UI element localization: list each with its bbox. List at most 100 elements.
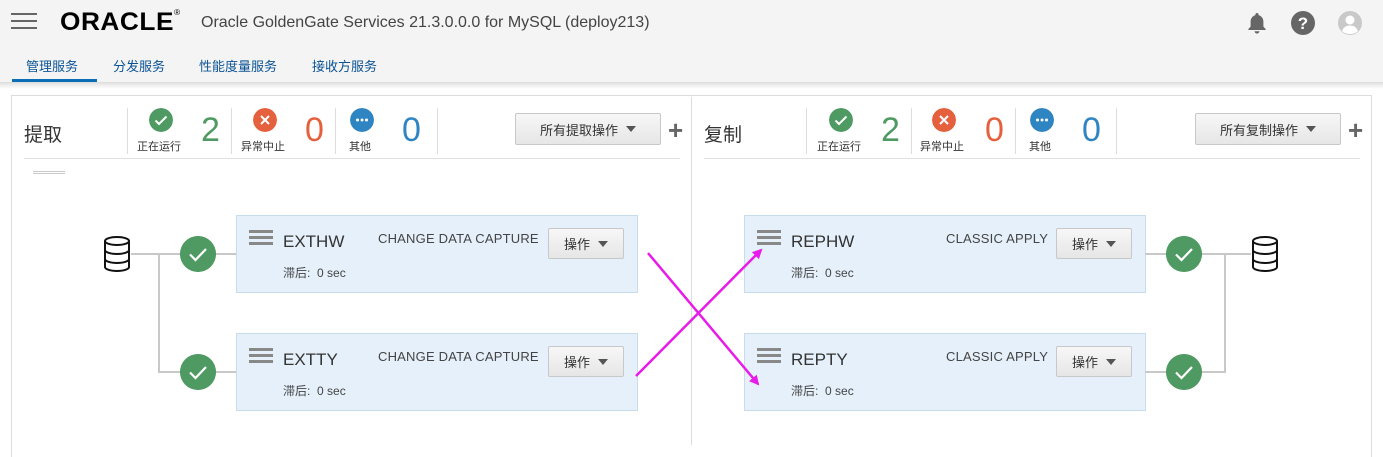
extract-card-extty[interactable]: EXTTY CHANGE DATA CAPTURE 滞后: 0 sec 操作 xyxy=(236,333,638,411)
actions-label: 操作 xyxy=(1071,237,1098,252)
abended-count: 0 xyxy=(985,111,1004,149)
abended-label: 异常中止 xyxy=(920,141,964,153)
lag-value: 0 sec xyxy=(317,384,346,398)
actions-label: 操作 xyxy=(563,237,590,252)
user-icon[interactable] xyxy=(1337,10,1363,36)
lag-info: 滞后: 0 sec xyxy=(791,264,854,281)
connector-line xyxy=(1145,371,1166,373)
logo-text: ORACLE xyxy=(60,8,174,36)
replicat-card-repty[interactable]: REPTY CLASSIC APPLY 滞后: 0 sec 操作 xyxy=(744,333,1146,411)
process-actions-button[interactable]: 操作 xyxy=(1056,346,1132,377)
service-tabs: 管理服务 分发服务 性能度量服务 接收方服务 xyxy=(0,44,1383,83)
stat-separator xyxy=(1116,108,1117,154)
abended-label: 异常中止 xyxy=(241,141,285,153)
stat-separator xyxy=(127,108,128,154)
actions-label: 操作 xyxy=(563,355,590,370)
lag-info: 滞后: 0 sec xyxy=(791,382,854,399)
more-icon xyxy=(1030,108,1054,132)
stat-separator xyxy=(911,108,912,154)
app-title: Oracle GoldenGate Services 21.3.0.0.0 fo… xyxy=(201,14,650,31)
caret-down-icon xyxy=(626,126,636,132)
section-divider xyxy=(24,158,680,159)
hamburger-icon[interactable] xyxy=(757,348,781,368)
process-type: CHANGE DATA CAPTURE xyxy=(378,231,539,246)
process-type: CHANGE DATA CAPTURE xyxy=(378,349,539,364)
hamburger-icon[interactable] xyxy=(249,348,273,368)
running-status-icon xyxy=(1166,236,1202,272)
abended-icon xyxy=(253,108,277,132)
caret-down-icon xyxy=(1106,358,1116,365)
process-type: CLASSIC APPLY xyxy=(946,349,1049,364)
other-count: 0 xyxy=(1082,111,1101,149)
tab-receiver-service[interactable]: 接收方服务 xyxy=(312,56,377,75)
process-actions-button[interactable]: 操作 xyxy=(548,228,624,259)
tab-admin-service[interactable]: 管理服务 xyxy=(26,56,78,75)
connector-line xyxy=(216,371,237,373)
header-shadow xyxy=(0,83,1383,89)
all-extract-operations-button[interactable]: 所有提取操作 xyxy=(515,113,661,145)
lag-label: 滞后: xyxy=(283,266,311,280)
top-bar: ORACLE® Oracle GoldenGate Services 21.3.… xyxy=(0,0,1383,44)
running-count: 2 xyxy=(201,111,220,149)
process-type: CLASSIC APPLY xyxy=(946,231,1049,246)
hamburger-icon[interactable] xyxy=(757,230,781,250)
process-name[interactable]: EXTTY xyxy=(283,350,338,370)
all-replicat-operations-label: 所有复制操作 xyxy=(1219,122,1298,138)
connector-line xyxy=(158,253,160,372)
menu-icon[interactable] xyxy=(11,13,37,31)
process-actions-button[interactable]: 操作 xyxy=(548,346,624,377)
stat-separator xyxy=(231,108,232,154)
caret-down-icon xyxy=(598,358,608,365)
other-label: 其他 xyxy=(349,141,371,153)
connector-line xyxy=(1201,253,1251,255)
panel-divider xyxy=(691,97,692,445)
lag-value: 0 sec xyxy=(317,266,346,280)
lag-label: 滞后: xyxy=(791,384,819,398)
abended-count: 0 xyxy=(305,111,324,149)
lag-label: 滞后: xyxy=(283,384,311,398)
tab-performance-metrics-service[interactable]: 性能度量服务 xyxy=(199,56,277,75)
tab-distribution-service[interactable]: 分发服务 xyxy=(113,56,165,75)
lag-label: 滞后: xyxy=(791,266,819,280)
running-count: 2 xyxy=(881,111,900,149)
connector-line xyxy=(1224,253,1226,372)
caret-down-icon xyxy=(1106,240,1116,247)
connector-line xyxy=(131,253,181,255)
abended-icon xyxy=(932,108,956,132)
add-replicat-button[interactable]: + xyxy=(1348,117,1363,143)
extract-card-exthw[interactable]: EXTHW CHANGE DATA CAPTURE 滞后: 0 sec 操作 xyxy=(236,215,638,293)
help-icon[interactable]: ? xyxy=(1290,10,1316,36)
stat-separator xyxy=(335,108,336,154)
process-name[interactable]: REPHW xyxy=(791,232,854,252)
check-icon xyxy=(829,108,853,132)
all-extract-operations-label: 所有提取操作 xyxy=(539,122,618,138)
replicat-card-rephw[interactable]: REPHW CLASSIC APPLY 滞后: 0 sec 操作 xyxy=(744,215,1146,293)
actions-label: 操作 xyxy=(1071,355,1098,370)
source-database-icon xyxy=(104,236,130,272)
bell-icon[interactable] xyxy=(1244,10,1270,36)
extract-section-title: 提取 xyxy=(24,125,63,146)
add-extract-button[interactable]: + xyxy=(668,117,683,143)
lag-info: 滞后: 0 sec xyxy=(283,382,346,399)
replicat-section-title: 复制 xyxy=(704,125,743,146)
process-name[interactable]: REPTY xyxy=(791,350,848,370)
connector-line xyxy=(1201,371,1226,373)
running-status-icon xyxy=(180,354,216,390)
target-database-icon xyxy=(1252,236,1278,272)
process-name[interactable]: EXTHW xyxy=(283,232,344,252)
running-status-icon xyxy=(180,236,216,272)
section-divider xyxy=(704,158,1360,159)
connector-line xyxy=(1145,253,1166,255)
caret-down-icon xyxy=(1306,126,1316,132)
running-label: 正在运行 xyxy=(137,141,181,153)
drag-handle-icon xyxy=(33,171,65,174)
process-actions-button[interactable]: 操作 xyxy=(1056,228,1132,259)
lag-info: 滞后: 0 sec xyxy=(283,264,346,281)
connector-line xyxy=(158,371,181,373)
lag-value: 0 sec xyxy=(825,266,854,280)
caret-down-icon xyxy=(598,240,608,247)
lag-value: 0 sec xyxy=(825,384,854,398)
hamburger-icon[interactable] xyxy=(249,230,273,250)
other-label: 其他 xyxy=(1029,141,1051,153)
all-replicat-operations-button[interactable]: 所有复制操作 xyxy=(1195,113,1341,145)
